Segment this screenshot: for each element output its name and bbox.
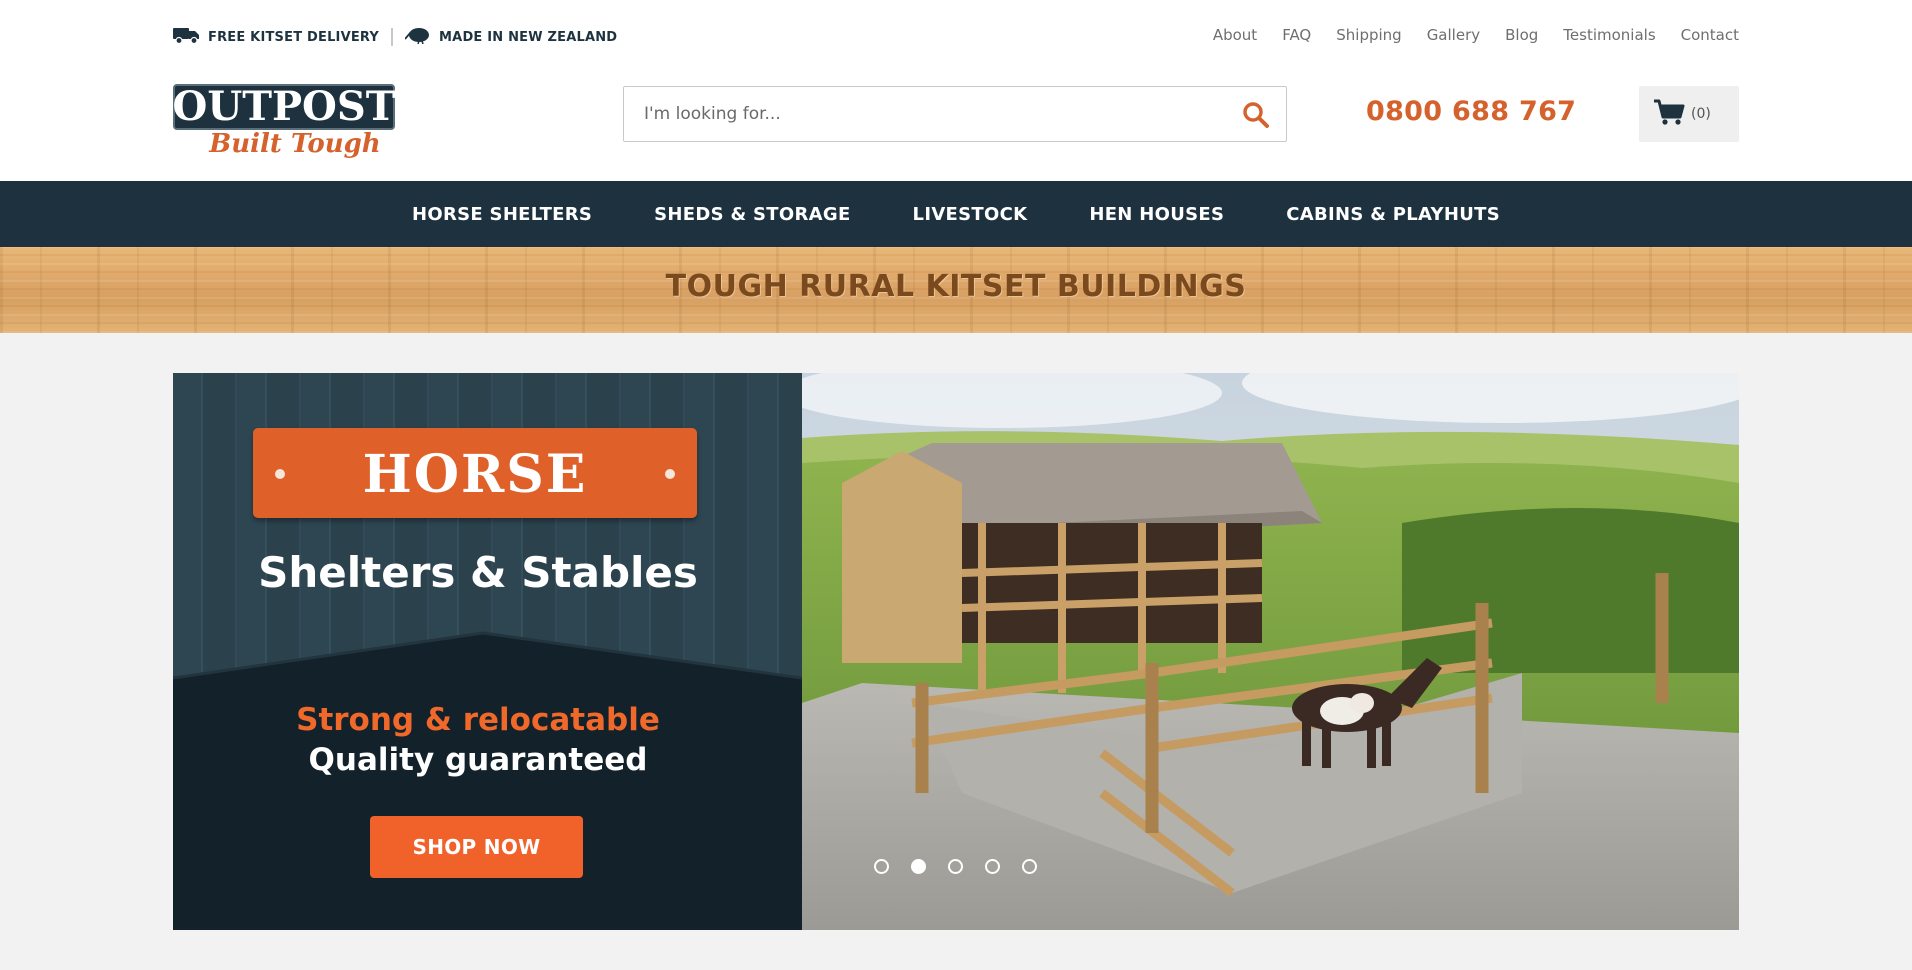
slider-dot-1[interactable]	[874, 859, 889, 874]
top-navigation: About FAQ Shipping Gallery Blog Testimon…	[1213, 26, 1739, 44]
search-input[interactable]	[644, 87, 1224, 141]
topnav-testimonials-link[interactable]: Testimonials	[1563, 26, 1655, 44]
sign-text: HORSE	[362, 444, 588, 505]
topnav-gallery-link[interactable]: Gallery	[1427, 26, 1480, 44]
nav-livestock[interactable]: LIVESTOCK	[882, 204, 1059, 225]
truck-icon	[173, 26, 200, 49]
nav-cabins-playhuts[interactable]: CABINS & PLAYHUTS	[1255, 204, 1531, 225]
wood-banner: TOUGH RURAL KITSET BUILDINGS	[0, 247, 1912, 333]
nav-sheds-storage[interactable]: SHEDS & STORAGE	[623, 204, 881, 225]
outpost-logo[interactable]: OUTPOST Built Tough	[172, 83, 395, 162]
slider-dot-4[interactable]	[985, 859, 1000, 874]
svg-text:OUTPOST: OUTPOST	[173, 84, 395, 130]
topnav-shipping-link[interactable]: Shipping	[1336, 26, 1401, 44]
slider-dot-5[interactable]	[1022, 859, 1037, 874]
slide-line-1: Strong & relocatable	[296, 702, 660, 738]
slider-dot-3[interactable]	[948, 859, 963, 874]
nav-hen-houses[interactable]: HEN HOUSES	[1058, 204, 1255, 225]
horse-shelter-photo[interactable]	[802, 373, 1739, 930]
cart-count: (0)	[1691, 106, 1711, 122]
topnav-blog-link[interactable]: Blog	[1505, 26, 1538, 44]
topnav-contact-link[interactable]: Contact	[1681, 26, 1739, 44]
cart-button[interactable]: (0)	[1639, 86, 1739, 142]
search-box	[623, 86, 1287, 142]
free-delivery-label: FREE KITSET DELIVERY	[208, 29, 380, 45]
made-in-nz-label: MADE IN NEW ZEALAND	[439, 29, 618, 45]
topbar-badges: FREE KITSET DELIVERY MADE IN NEW ZEALAND	[173, 26, 617, 48]
main-navigation: HORSE SHELTERS SHEDS & STORAGE LIVESTOCK…	[0, 181, 1912, 247]
site-header: FREE KITSET DELIVERY MADE IN NEW ZEALAND…	[0, 0, 1912, 181]
topbar-divider	[391, 28, 394, 46]
horse-sign: HORSE	[253, 428, 697, 518]
slider-dot-2[interactable]	[911, 859, 926, 874]
slide-promo-panel: HORSE Shelters & Stables Strong & reloca…	[173, 373, 802, 930]
phone-number[interactable]: 0800 688 767	[1366, 96, 1576, 127]
hero-slider: HORSE Shelters & Stables Strong & reloca…	[173, 373, 1739, 930]
shopping-cart-icon	[1653, 98, 1685, 131]
slider-dots	[874, 859, 1037, 874]
slide-line-2: Quality guaranteed	[308, 742, 648, 778]
search-icon[interactable]	[1242, 101, 1270, 129]
svg-text:Built Tough: Built Tough	[208, 129, 380, 159]
nav-horse-shelters[interactable]: HORSE SHELTERS	[381, 204, 623, 225]
topnav-faq-link[interactable]: FAQ	[1282, 26, 1311, 44]
shop-now-button[interactable]: SHOP NOW	[370, 816, 583, 878]
topnav-about-link[interactable]: About	[1213, 26, 1257, 44]
kiwi-icon	[404, 26, 431, 49]
slide-headline: Shelters & Stables	[258, 548, 698, 597]
banner-title: TOUGH RURAL KITSET BUILDINGS	[665, 269, 1247, 304]
